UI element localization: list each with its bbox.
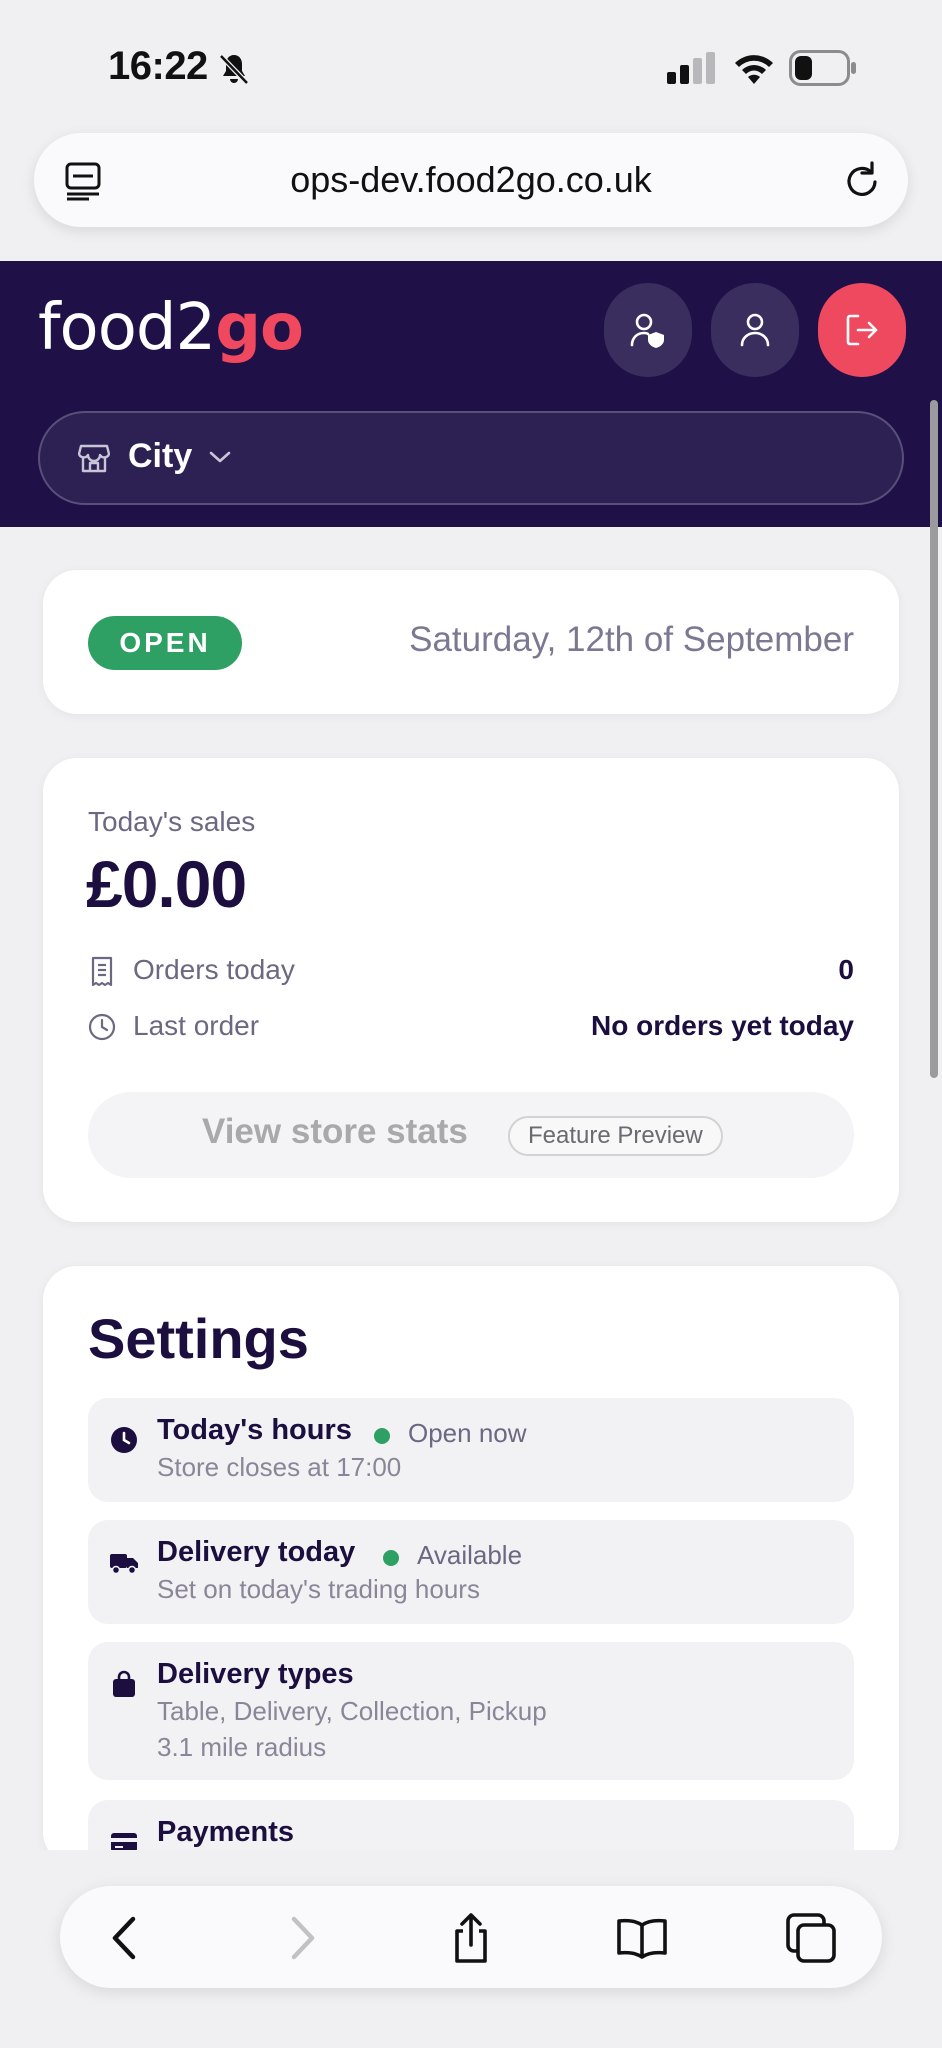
logo-primary: food2: [38, 291, 216, 365]
truck-icon: [110, 1554, 138, 1575]
current-date: Saturday, 12th of September: [409, 620, 854, 659]
logo-accent: go: [215, 291, 304, 365]
reload-icon[interactable]: [842, 159, 882, 201]
page-scrollbar[interactable]: [930, 400, 938, 1078]
settings-card: Settings Today's hours Open now Store cl…: [43, 1266, 899, 1880]
view-store-stats-label: View store stats: [202, 1112, 468, 1151]
user-shield-icon: [630, 313, 664, 348]
setting-delivery-types[interactable]: Delivery types Table, Delivery, Collecti…: [88, 1642, 854, 1780]
feature-preview-badge: Feature Preview: [508, 1116, 723, 1156]
settings-title: Settings: [88, 1307, 309, 1370]
last-order-value: No orders yet today: [591, 1010, 854, 1041]
back-button[interactable]: [100, 1911, 154, 1965]
cellular-signal-icon: [667, 52, 715, 84]
open-status-badge[interactable]: OPEN: [88, 616, 242, 670]
tabs-button[interactable]: [784, 1911, 838, 1965]
sales-label: Today's sales: [88, 806, 256, 837]
store-selector[interactable]: City: [38, 411, 904, 505]
store-name: City: [128, 437, 193, 475]
store-icon: [78, 444, 110, 473]
share-button[interactable]: [444, 1911, 498, 1965]
chevron-down-icon: [209, 451, 231, 463]
orders-today-value: 0: [838, 954, 854, 985]
setting-title: Delivery types: [157, 1658, 354, 1690]
status-dot: [374, 1428, 390, 1444]
setting-detail: Table, Delivery, Collection, Pickup: [157, 1696, 547, 1726]
wifi-icon: [735, 55, 773, 84]
receipt-icon: [91, 956, 113, 986]
setting-detail: Set on today's trading hours: [157, 1574, 480, 1604]
status-bar: 16:22: [0, 0, 942, 130]
browser-bottom-bar: [0, 1850, 942, 2048]
food2go-logo[interactable]: food2go: [38, 291, 304, 365]
view-store-stats-button[interactable]: View store stats Feature Preview: [88, 1092, 854, 1178]
share-icon: [455, 1913, 487, 1963]
battery-icon: [789, 50, 856, 86]
book-icon: [617, 1918, 667, 1959]
orders-today-label: Orders today: [133, 954, 295, 985]
chevron-right-icon: [291, 1916, 315, 1960]
last-order-label: Last order: [133, 1010, 260, 1041]
tabs-icon: [786, 1913, 836, 1963]
account-button[interactable]: [711, 283, 799, 377]
clock-icon: [88, 1013, 116, 1041]
url-text[interactable]: ops-dev.food2go.co.uk: [34, 159, 908, 201]
bell-off-icon: [219, 54, 249, 85]
last-order-row: Last order No orders yet today: [88, 1008, 854, 1048]
forward-button[interactable]: [273, 1911, 327, 1965]
logout-icon: [846, 314, 878, 346]
clock-icon: [111, 1427, 137, 1453]
setting-title: Today's hours: [157, 1414, 352, 1446]
bookmarks-button[interactable]: [615, 1911, 669, 1965]
setting-delivery-today[interactable]: Delivery today Available Set on today's …: [88, 1520, 854, 1624]
setting-status: Open now: [408, 1418, 527, 1448]
admin-button[interactable]: [604, 283, 692, 377]
address-bar[interactable]: ops-dev.food2go.co.uk: [34, 133, 908, 227]
setting-todays-hours[interactable]: Today's hours Open now Store closes at 1…: [88, 1398, 854, 1502]
user-icon: [740, 313, 770, 347]
setting-title: Payments: [157, 1816, 295, 1848]
status-dot: [383, 1550, 399, 1566]
setting-title: Delivery today: [157, 1536, 356, 1568]
sales-amount: £0.00: [86, 847, 247, 921]
logout-button[interactable]: [818, 283, 906, 377]
orders-today-row: Orders today 0: [88, 952, 854, 992]
store-status-card: OPEN Saturday, 12th of September: [43, 570, 899, 714]
shopping-bag-icon: [113, 1670, 135, 1697]
setting-detail: 3.1 mile radius: [157, 1732, 327, 1762]
status-time: 16:22: [108, 44, 208, 88]
setting-detail: Store closes at 17:00: [157, 1452, 402, 1482]
chevron-left-icon: [112, 1916, 136, 1960]
browser-toolbar: [60, 1886, 882, 1988]
sales-card: Today's sales £0.00 Orders today 0 Last …: [43, 758, 899, 1222]
app-header: food2go City: [0, 261, 942, 527]
setting-status: Available: [417, 1540, 523, 1570]
